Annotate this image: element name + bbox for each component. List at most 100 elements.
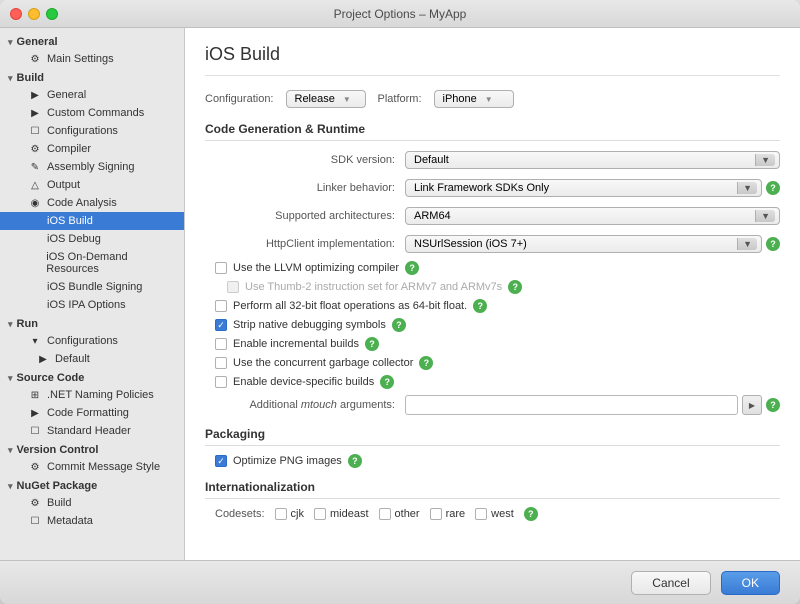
chevron-down-icon: ▼ xyxy=(343,95,351,104)
sidebar-item-run-configurations[interactable]: ▾ Configurations xyxy=(0,332,184,350)
sidebar-item-label: Code Analysis xyxy=(47,197,117,209)
sidebar-item-label: .NET Naming Policies xyxy=(47,389,154,401)
help-icon[interactable]: ? xyxy=(380,375,394,389)
llvm-label: Use the LLVM optimizing compiler xyxy=(233,262,399,274)
codeset-other: other xyxy=(379,508,420,520)
sidebar-item-assembly-signing[interactable]: ✎ Assembly Signing xyxy=(0,158,184,176)
arrow-right-icon: ▶ xyxy=(28,108,42,119)
ok-button[interactable]: OK xyxy=(721,571,780,595)
dropdown-arrow-btn[interactable]: ▼ xyxy=(755,210,775,222)
sidebar-item-output[interactable]: △ Output xyxy=(0,176,184,194)
mtouch-text-input[interactable] xyxy=(405,395,738,415)
help-icon[interactable]: ? xyxy=(419,356,433,370)
sidebar-item-code-analysis[interactable]: ◉ Code Analysis xyxy=(0,194,184,212)
incremental-checkbox[interactable] xyxy=(215,338,227,350)
float-checkbox[interactable] xyxy=(215,300,227,312)
sidebar-item-compiler[interactable]: ⚙ Compiler xyxy=(0,140,184,158)
httpclient-row: HttpClient implementation: NSUrlSession … xyxy=(205,233,780,255)
codeset-mideast: mideast xyxy=(314,508,369,520)
sidebar-section-build[interactable]: ▾ Build xyxy=(0,68,184,86)
sdk-dropdown[interactable]: Default ▼ xyxy=(405,151,780,169)
sidebar-item-configurations[interactable]: ☐ Configurations xyxy=(0,122,184,140)
sidebar-item-ios-bundle[interactable]: iOS Bundle Signing xyxy=(0,278,184,296)
gc-label: Use the concurrent garbage collector xyxy=(233,357,413,369)
sidebar-item-ios-build[interactable]: iOS Build xyxy=(0,212,184,230)
sidebar-section-run[interactable]: ▾ Run xyxy=(0,314,184,332)
httpclient-dropdown[interactable]: NSUrlSession (iOS 7+) ▼ xyxy=(405,235,762,253)
sidebar-item-custom-commands[interactable]: ▶ Custom Commands xyxy=(0,104,184,122)
sidebar-section-version[interactable]: ▾ Version Control xyxy=(0,440,184,458)
png-checkbox[interactable] xyxy=(215,455,227,467)
arrow-down-icon: ▾ xyxy=(28,336,42,347)
sdk-label: SDK version: xyxy=(205,154,405,166)
cjk-checkbox[interactable] xyxy=(275,508,287,520)
doc-icon: ☐ xyxy=(28,426,42,437)
gc-checkbox[interactable] xyxy=(215,357,227,369)
dropdown-arrow-btn[interactable]: ▼ xyxy=(755,154,775,166)
cancel-button[interactable]: Cancel xyxy=(631,571,710,595)
dropdown-arrow-btn[interactable]: ▼ xyxy=(737,182,757,194)
help-icon[interactable]: ? xyxy=(348,454,362,468)
help-icon[interactable]: ? xyxy=(766,181,780,195)
sdk-row: SDK version: Default ▼ xyxy=(205,149,780,171)
platform-dropdown[interactable]: iPhone ▼ xyxy=(434,90,514,108)
arrow-right-icon: ▶ xyxy=(28,408,42,419)
help-icon[interactable]: ? xyxy=(524,507,538,521)
minimize-button[interactable] xyxy=(28,8,40,20)
help-icon[interactable]: ? xyxy=(365,337,379,351)
sidebar-item-label: Code Formatting xyxy=(47,407,129,419)
rare-checkbox[interactable] xyxy=(430,508,442,520)
help-icon[interactable]: ? xyxy=(473,299,487,313)
mtouch-label: Additional mtouch arguments: xyxy=(205,399,405,411)
close-button[interactable] xyxy=(10,8,22,20)
maximize-button[interactable] xyxy=(46,8,58,20)
sidebar-item-code-formatting[interactable]: ▶ Code Formatting xyxy=(0,404,184,422)
other-checkbox[interactable] xyxy=(379,508,391,520)
sidebar-item-label: Output xyxy=(47,179,80,191)
help-icon[interactable]: ? xyxy=(405,261,419,275)
thumb2-checkbox[interactable] xyxy=(227,281,239,293)
sidebar-item-label: Configurations xyxy=(47,335,118,347)
help-icon[interactable]: ? xyxy=(766,398,780,412)
arch-dropdown[interactable]: ARM64 ▼ xyxy=(405,207,780,225)
sidebar-item-build-general[interactable]: ▶ General xyxy=(0,86,184,104)
linker-row: Linker behavior: Link Framework SDKs Onl… xyxy=(205,177,780,199)
checkbox-row-png: Optimize PNG images ? xyxy=(205,454,780,468)
device-checkbox[interactable] xyxy=(215,376,227,388)
codeset-cjk: cjk xyxy=(275,508,304,520)
sidebar-item-nuget-build[interactable]: ⚙ Build xyxy=(0,494,184,512)
help-icon[interactable]: ? xyxy=(766,237,780,251)
linker-dropdown[interactable]: Link Framework SDKs Only ▼ xyxy=(405,179,762,197)
gear-icon: ⚙ xyxy=(28,462,42,473)
sidebar-item-label: iOS On-Demand Resources xyxy=(46,251,176,275)
sdk-control: Default ▼ xyxy=(405,151,780,169)
sidebar-item-nuget-metadata[interactable]: ☐ Metadata xyxy=(0,512,184,530)
sidebar-item-ios-ondemand[interactable]: iOS On-Demand Resources xyxy=(0,248,184,278)
sidebar-item-net-naming[interactable]: ⊞ .NET Naming Policies xyxy=(0,386,184,404)
sidebar-item-run-default[interactable]: ▶ Default xyxy=(0,350,184,368)
section-general-label: General xyxy=(17,36,58,48)
sidebar-item-ios-debug[interactable]: iOS Debug xyxy=(0,230,184,248)
triangle-icon: △ xyxy=(28,180,42,191)
sidebar-item-commit-message[interactable]: ⚙ Commit Message Style xyxy=(0,458,184,476)
sidebar-item-ios-ipa[interactable]: iOS IPA Options xyxy=(0,296,184,314)
mideast-checkbox[interactable] xyxy=(314,508,326,520)
sidebar-section-nuget[interactable]: ▾ NuGet Package xyxy=(0,476,184,494)
checkbox-row-gc: Use the concurrent garbage collector ? xyxy=(205,356,780,370)
pen-icon: ✎ xyxy=(28,162,42,173)
sidebar-item-label: Compiler xyxy=(47,143,91,155)
cjk-label: cjk xyxy=(291,508,304,520)
help-icon[interactable]: ? xyxy=(392,318,406,332)
arrow-right-icon: ▶ xyxy=(36,354,50,365)
configuration-dropdown[interactable]: Release ▼ xyxy=(286,90,366,108)
sidebar-section-general[interactable]: ▾ General xyxy=(0,32,184,50)
sidebar-item-main-settings[interactable]: ⚙ Main Settings xyxy=(0,50,184,68)
llvm-checkbox[interactable] xyxy=(215,262,227,274)
sidebar-item-standard-header[interactable]: ☐ Standard Header xyxy=(0,422,184,440)
sidebar-section-source[interactable]: ▾ Source Code xyxy=(0,368,184,386)
help-icon[interactable]: ? xyxy=(508,280,522,294)
strip-checkbox[interactable] xyxy=(215,319,227,331)
dropdown-arrow-btn[interactable]: ▼ xyxy=(737,238,757,250)
west-checkbox[interactable] xyxy=(475,508,487,520)
play-button[interactable]: ▶ xyxy=(742,395,762,415)
